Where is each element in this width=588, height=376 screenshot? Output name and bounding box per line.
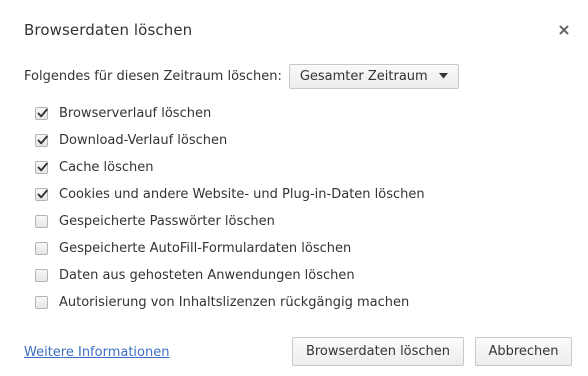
checkbox-label: Gespeicherte Passwörter löschen — [59, 214, 275, 229]
cancel-button[interactable]: Abbrechen — [475, 337, 572, 366]
checkbox-row[interactable]: Autorisierung von Inhaltslizenzen rückgä… — [35, 289, 425, 316]
checkbox-label: Cache löschen — [59, 160, 154, 175]
checkbox-row[interactable]: Cookies und andere Website- und Plug-in-… — [35, 181, 425, 208]
time-range-row: Folgendes für diesen Zeitraum löschen: G… — [24, 63, 459, 89]
clear-browsing-data-button[interactable]: Browserdaten löschen — [292, 337, 464, 366]
checkbox-checked[interactable] — [35, 188, 48, 201]
checkbox-label: Autorisierung von Inhaltslizenzen rückgä… — [59, 295, 410, 310]
checkbox-label: Download-Verlauf löschen — [59, 133, 228, 148]
checkbox-unchecked[interactable] — [35, 242, 48, 255]
checkbox-row[interactable]: Cache löschen — [35, 154, 425, 181]
checkbox-label: Browserverlauf löschen — [59, 106, 212, 121]
checkmark-icon — [37, 189, 48, 199]
time-range-select[interactable]: Gesamter Zeitraum — [288, 63, 459, 89]
checkbox-label: Daten aus gehosteten Anwendungen löschen — [59, 268, 355, 283]
checkbox-label: Gespeicherte AutoFill-Formulardaten lösc… — [59, 241, 352, 256]
time-range-selected-value: Gesamter Zeitraum — [299, 68, 428, 84]
checkbox-unchecked[interactable] — [35, 269, 48, 282]
checkbox-row[interactable]: Gespeicherte AutoFill-Formulardaten lösc… — [35, 235, 425, 262]
checkbox-row[interactable]: Browserverlauf löschen — [35, 100, 425, 127]
checkbox-row[interactable]: Download-Verlauf löschen — [35, 127, 425, 154]
time-range-label: Folgendes für diesen Zeitraum löschen: — [24, 68, 282, 84]
checkbox-label: Cookies und andere Website- und Plug-in-… — [59, 187, 425, 202]
more-info-link[interactable]: Weitere Informationen — [24, 345, 169, 360]
checkmark-icon — [37, 135, 48, 145]
checkbox-checked[interactable] — [35, 161, 48, 174]
close-icon[interactable] — [556, 22, 572, 38]
checkbox-unchecked[interactable] — [35, 296, 48, 309]
checkbox-checked[interactable] — [35, 107, 48, 120]
chevron-down-icon — [438, 73, 448, 79]
checkbox-unchecked[interactable] — [35, 215, 48, 228]
checkbox-checked[interactable] — [35, 134, 48, 147]
data-type-checkbox-list: Browserverlauf löschen Download-Verlauf l… — [35, 100, 425, 316]
checkbox-row[interactable]: Daten aus gehosteten Anwendungen löschen — [35, 262, 425, 289]
checkmark-icon — [37, 162, 48, 172]
clear-browsing-data-dialog: Browserdaten löschen Folgendes für diese… — [0, 0, 588, 376]
checkbox-row[interactable]: Gespeicherte Passwörter löschen — [35, 208, 425, 235]
checkmark-icon — [37, 108, 48, 118]
dialog-title: Browserdaten löschen — [24, 21, 193, 39]
